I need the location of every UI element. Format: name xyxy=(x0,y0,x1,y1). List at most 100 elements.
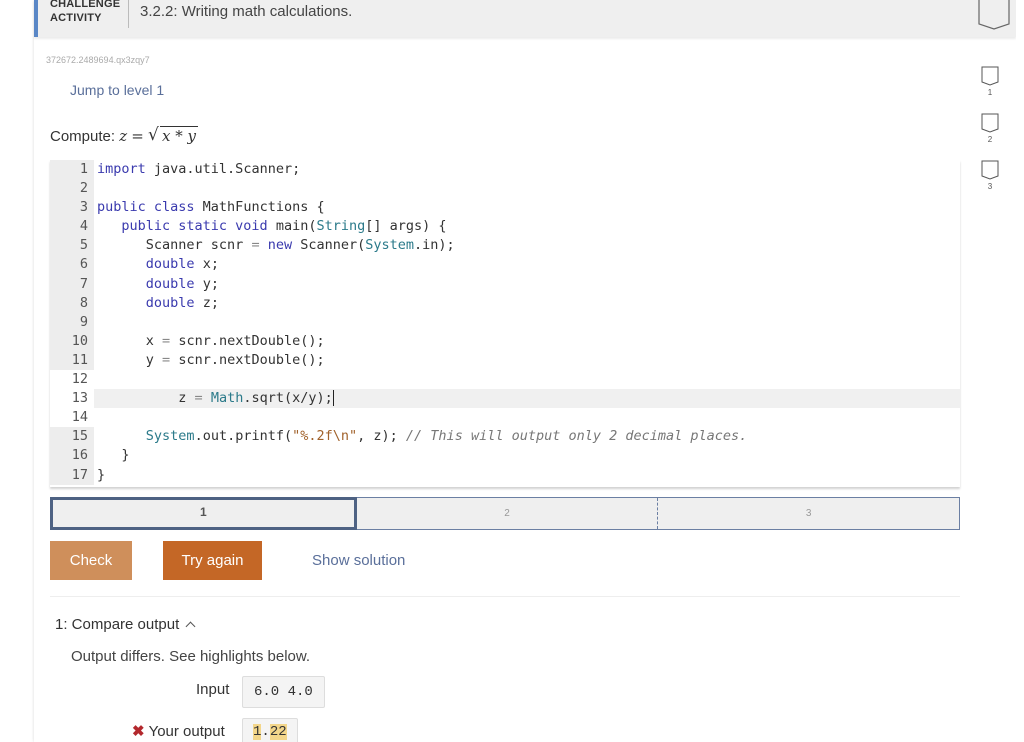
code-text: Scanner scnr = new Scanner(System.in); xyxy=(145,237,455,254)
activity-id: 372672.2489694.qx3zqy7 xyxy=(46,55,150,65)
code-line-2: 2 xyxy=(50,179,960,199)
activity-type-line2: ACTIVITY xyxy=(50,12,102,24)
result-message: Output differs. See highlights below. xyxy=(71,648,311,665)
code-line-8: 8 double z; xyxy=(50,293,960,313)
line-number: 10 xyxy=(50,331,94,351)
line-number: 4 xyxy=(50,217,94,237)
code-text: } xyxy=(121,447,130,464)
code-line-3: 3 public class MathFunctions { xyxy=(50,198,960,218)
compare-output-title: 1: Compare output xyxy=(55,616,180,633)
line-number: 3 xyxy=(50,198,94,218)
rail-level-2[interactable]: 2 xyxy=(980,113,1000,160)
code-text: System.out.printf("%.2f\n", z); // This … xyxy=(145,428,748,445)
code-text: import java.util.Scanner; xyxy=(97,161,301,177)
math-radicand: x * y xyxy=(160,126,199,145)
code-text[interactable]: z = Math.sqrt(x/y); xyxy=(94,389,960,409)
line-number: 16 xyxy=(50,446,94,466)
line-number: 2 xyxy=(50,179,94,199)
code-text: public class MathFunctions { xyxy=(97,199,325,216)
code-editor[interactable]: 1 import java.util.Scanner; 2 3 public cla… xyxy=(50,160,960,487)
activity-title: 3.2.2: Writing math calculations. xyxy=(140,3,353,20)
page-margin xyxy=(0,0,34,742)
your-output-value: 1.22 xyxy=(242,718,298,742)
code-line-6: 6 double x; xyxy=(50,255,960,275)
code-line-13[interactable]: 13 z = Math.sqrt(x/y); xyxy=(50,389,960,409)
code-line-17: 17} xyxy=(50,465,960,485)
code-line-9: 9 xyxy=(50,312,960,332)
line-number: 8 xyxy=(50,293,94,313)
level-progress-bar: 1 2 3 xyxy=(50,497,960,530)
line-number: 9 xyxy=(50,312,94,332)
code-text: double z; xyxy=(145,294,219,311)
input-label: Input xyxy=(196,681,230,698)
math-sqrt: √ x * y xyxy=(148,125,199,145)
code-line-5: 5 Scanner scnr = new Scanner(System.in); xyxy=(50,236,960,256)
line-number: 12 xyxy=(50,370,94,390)
code-line-14[interactable]: 14 xyxy=(50,408,960,428)
compare-output-toggle[interactable]: 1: Compare output xyxy=(55,616,196,633)
code-line-12[interactable]: 12 xyxy=(50,370,960,390)
level-2-tab[interactable]: 2 xyxy=(357,498,659,529)
level-3-tab[interactable]: 3 xyxy=(658,498,959,529)
diff-highlight: 22 xyxy=(269,724,287,740)
compute-prefix: Compute: xyxy=(50,128,116,145)
code-text: y = scnr.nextDouble(); xyxy=(145,351,325,368)
rail-level-number: 1 xyxy=(987,88,993,97)
code-text: double x; xyxy=(145,256,219,273)
header-divider xyxy=(128,0,129,28)
level-badge-icon xyxy=(981,113,999,133)
math-lhs: z xyxy=(119,127,128,145)
text-cursor xyxy=(332,390,335,407)
section-divider xyxy=(50,596,960,597)
math-equals: = xyxy=(131,127,144,145)
chevron-up-icon xyxy=(185,621,196,632)
activity-type-label: CHALLENGE ACTIVITY xyxy=(50,0,120,25)
line-number: 1 xyxy=(50,160,94,180)
code-line-7: 7 double y; xyxy=(50,274,960,294)
show-solution-link[interactable]: Show solution xyxy=(312,552,405,569)
level-badge-icon xyxy=(981,66,999,86)
level-1-tab[interactable]: 1 xyxy=(50,497,357,530)
completion-badge-icon xyxy=(978,0,1010,30)
challenge-activity-card: CHALLENGE ACTIVITY 3.2.2: Writing math c… xyxy=(34,0,1016,742)
line-number: 17 xyxy=(50,465,94,485)
radical-sign-icon: √ xyxy=(148,125,159,145)
code-line-16: 16 } xyxy=(50,446,960,466)
level-badge-icon xyxy=(981,160,999,180)
line-number: 7 xyxy=(50,274,94,294)
your-output-label: ✖ Your output xyxy=(132,722,225,740)
code-text: double y; xyxy=(145,275,219,292)
line-number: 14 xyxy=(50,408,94,428)
rail-level-number: 2 xyxy=(987,135,993,144)
code-line-1: 1 import java.util.Scanner; xyxy=(50,160,960,180)
rail-level-3[interactable]: 3 xyxy=(980,160,1000,207)
output-char: . xyxy=(261,724,270,740)
line-number: 5 xyxy=(50,236,94,256)
problem-statement: Compute: z = √ x * y xyxy=(50,125,199,145)
page-margin-right xyxy=(1016,0,1024,742)
activity-header: CHALLENGE ACTIVITY 3.2.2: Writing math c… xyxy=(34,0,1016,37)
level-completion-rail: 1 2 3 xyxy=(980,66,1000,207)
code-text: x = scnr.nextDouble(); xyxy=(145,332,325,349)
input-value: 6.0 4.0 xyxy=(242,676,325,708)
line-number: 15 xyxy=(50,427,94,447)
line-number: 13 xyxy=(50,389,94,409)
try-again-button[interactable]: Try again xyxy=(163,541,262,580)
your-output-text: Your output xyxy=(148,723,225,740)
code-text[interactable] xyxy=(94,370,960,389)
line-number: 6 xyxy=(50,255,94,275)
activity-type-line1: CHALLENGE xyxy=(50,0,121,10)
code-line-10: 10 x = scnr.nextDouble(); xyxy=(50,331,960,351)
error-x-icon: ✖ xyxy=(132,723,145,740)
code-line-4: 4 public static void main(String[] args)… xyxy=(50,217,960,237)
code-text[interactable] xyxy=(94,408,960,427)
code-line-15: 15 System.out.printf("%.2f\n", z); // Th… xyxy=(50,427,960,447)
code-line-11: 11 y = scnr.nextDouble(); xyxy=(50,350,960,371)
rail-level-1[interactable]: 1 xyxy=(980,66,1000,113)
line-number: 11 xyxy=(50,350,94,371)
rail-level-number: 3 xyxy=(987,182,993,191)
jump-to-level-link[interactable]: Jump to level 1 xyxy=(70,82,164,98)
check-button[interactable]: Check xyxy=(50,541,132,580)
